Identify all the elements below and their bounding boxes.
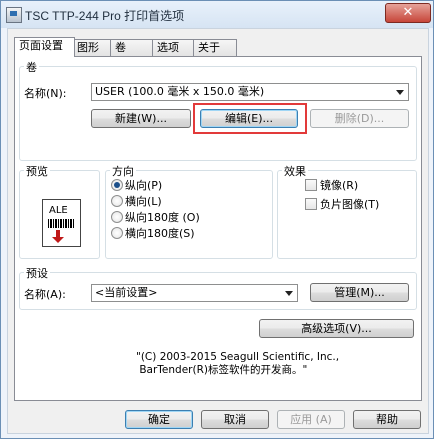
radio-landscape-label[interactable]: 横向(L) [125,193,162,209]
cancel-button[interactable]: 取消 [201,410,269,429]
window-title: TSC TTP-244 Pro 打印首选项 [25,9,185,23]
copyright-text: "(C) 2003-2015 Seagull Scientific, Inc.,… [136,351,340,376]
radio-portrait-label[interactable]: 纵向(P) [125,177,162,193]
title-bar: TSC TTP-244 Pro 打印首选项 ✕ [1,1,433,28]
preview-group-label: 预览 [24,163,50,179]
presets-group: 预设 名称(A): <当前设置> 管理(M)... [19,265,417,310]
roll-group-label: 卷 [24,59,39,75]
presets-name-label: 名称(A): [24,288,66,301]
mirror-checkbox-label[interactable]: 镜像(R) [320,177,358,193]
help-button[interactable]: 帮助 [353,410,421,429]
mirror-checkbox[interactable] [305,179,317,191]
effects-group: 效果 镜像(R) 负片图像(T) [277,163,417,259]
presets-name-select[interactable]: <当前设置> [91,284,298,302]
advanced-options-button[interactable]: 高级选项(V)... [259,319,414,338]
printer-app-icon [6,7,22,23]
radio-portrait[interactable] [111,179,123,191]
roll-group: 卷 名称(N): USER (100.0 毫米 x 150.0 毫米) 新建(W… [19,59,417,161]
preview-group: 预览 ALE [19,163,100,259]
tab-about[interactable]: 关于 [193,39,237,56]
radio-landscape-180-label[interactable]: 横向180度(S) [125,225,195,241]
feed-direction-arrow-icon [52,230,64,243]
tab-page-setup[interactable]: 页面设置 [14,37,75,57]
edit-highlight-box [193,103,307,134]
tab-options[interactable]: 选项 [152,39,196,56]
tab-roll[interactable]: 卷 [110,39,154,56]
new-button[interactable]: 新建(W)... [91,109,191,128]
radio-landscape-180[interactable] [111,227,123,239]
dialog-client: 页面设置 图形 卷 选项 关于 卷 名称(N): USER (100.0 毫米 … [7,28,429,434]
negative-checkbox[interactable] [305,198,317,210]
preview-sample-text: ALE [49,205,68,216]
tab-graphics[interactable]: 图形 [72,39,113,56]
negative-checkbox-label[interactable]: 负片图像(T) [320,196,379,212]
roll-name-value: USER (100.0 毫米 x 150.0 毫米) [95,85,265,98]
page-setup-panel: 卷 名称(N): USER (100.0 毫米 x 150.0 毫米) 新建(W… [14,56,422,401]
radio-portrait-180-label[interactable]: 纵向180度 (O) [125,209,200,225]
effects-group-label: 效果 [282,163,308,179]
ok-button[interactable]: 确定 [125,410,193,429]
presets-group-label: 预设 [24,265,50,281]
barcode-icon [48,219,74,228]
radio-portrait-180[interactable] [111,211,123,223]
radio-landscape[interactable] [111,195,123,207]
presets-name-value: <当前设置> [95,286,158,299]
roll-name-label: 名称(N): [24,87,67,100]
manage-button[interactable]: 管理(M)... [310,283,409,302]
delete-button[interactable]: 删除(D)... [310,109,409,128]
preferences-dialog: TSC TTP-244 Pro 打印首选项 ✕ 页面设置 图形 卷 选项 关于 … [0,0,434,439]
orientation-group: 方向 纵向(P) 横向(L) 纵向180度 (O) 横向180度(S) [105,163,273,259]
dropdown-arrow-icon [285,291,293,296]
close-button[interactable]: ✕ [385,3,431,23]
dropdown-arrow-icon [396,90,404,95]
apply-button[interactable]: 应用 (A) [277,410,345,429]
roll-name-select[interactable]: USER (100.0 毫米 x 150.0 毫米) [91,83,409,101]
label-preview: ALE [42,199,81,247]
